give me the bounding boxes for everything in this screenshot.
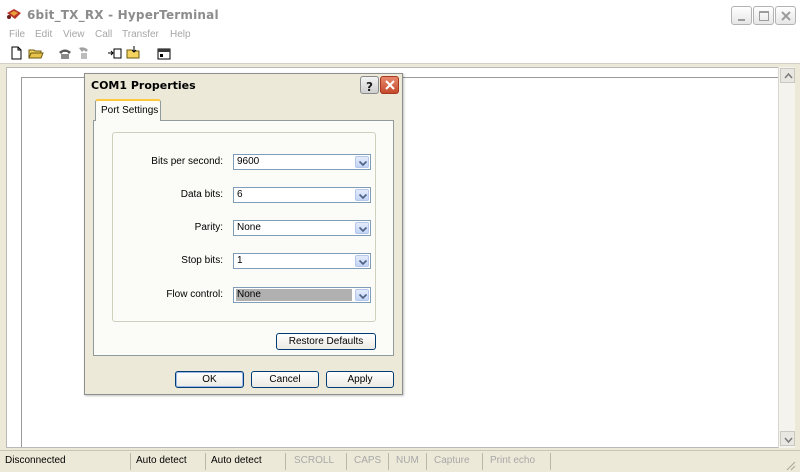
com1-properties-dialog: COM1 Properties ? Port Settings Bits per… [84,73,403,395]
menu-call[interactable]: Call [95,29,112,40]
restore-defaults-button[interactable]: Restore Defaults [276,333,376,350]
status-connection: Disconnected [0,453,131,470]
stop-bits-dropdown[interactable]: 1 [233,253,371,269]
dialog-close-button[interactable] [380,76,399,94]
menu-edit[interactable]: Edit [35,29,52,40]
hyperterminal-app-icon[interactable] [6,7,22,21]
properties-icon[interactable] [156,46,172,60]
status-caps: CAPS [349,453,389,470]
bits-per-second-value: 9600 [237,156,260,167]
receive-icon[interactable] [126,46,142,60]
menu-help[interactable]: Help [170,29,191,40]
data-bits-value: 6 [237,189,243,200]
ok-button[interactable]: OK [175,371,244,388]
bits-per-second-label: Bits per second: [151,156,223,167]
status-print-echo: Print echo [485,453,551,470]
chevron-down-icon[interactable] [355,222,369,234]
scroll-up-button[interactable] [780,68,795,83]
minimize-button[interactable] [731,6,752,25]
parity-label: Parity: [194,222,223,233]
vertical-scrollbar[interactable] [778,67,795,448]
dialog-title-bar[interactable]: COM1 Properties ? [85,74,402,96]
data-bits-dropdown[interactable]: 6 [233,187,371,203]
help-button[interactable]: ? [360,76,379,94]
svg-text:?: ? [366,80,373,94]
flow-control-dropdown[interactable]: None [233,287,371,303]
port-settings-panel: Bits per second: 9600 Data bits: 6 Parit… [93,120,394,356]
parity-value: None [237,222,261,233]
stop-bits-label: Stop bits: [181,255,223,266]
hang-up-icon[interactable] [76,46,92,60]
dialog-title: COM1 Properties [91,79,196,92]
data-bits-label: Data bits: [180,189,223,200]
window-title: 6bit_TX_RX - HyperTerminal [27,8,219,22]
status-bar: Disconnected Auto detect Auto detect SCR… [0,450,800,472]
close-window-button[interactable] [775,6,796,25]
flow-control-label: Flow control: [166,289,223,300]
chevron-down-icon[interactable] [355,189,369,201]
tab-port-settings-label: Port Settings [101,105,159,116]
status-capture: Capture [429,453,483,470]
chevron-down-icon[interactable] [355,255,369,267]
status-port-settings: Auto detect [206,453,286,470]
menu-file[interactable]: File [9,29,25,40]
menu-transfer[interactable]: Transfer [122,29,159,40]
send-icon[interactable] [107,46,123,60]
resize-grip-icon[interactable] [784,459,796,471]
status-num: NUM [391,453,427,470]
parity-dropdown[interactable]: None [233,220,371,236]
maximize-button[interactable] [753,6,774,25]
status-terminal-emulation: Auto detect [131,453,206,470]
flow-control-value: None [236,289,352,301]
port-settings-group: Bits per second: 9600 Data bits: 6 Parit… [112,132,376,322]
status-scroll: SCROLL [289,453,347,470]
menu-bar: File Edit View Call Transfer Help [0,28,800,42]
tab-port-settings[interactable]: Port Settings [95,99,161,121]
call-phone-icon[interactable] [57,46,73,60]
new-file-icon[interactable] [9,46,25,60]
chevron-down-icon[interactable] [355,289,369,301]
cancel-button[interactable]: Cancel [251,371,319,388]
title-bar[interactable]: 6bit_TX_RX - HyperTerminal [0,0,800,28]
bits-per-second-dropdown[interactable]: 9600 [233,154,371,170]
open-folder-icon[interactable] [28,46,44,60]
stop-bits-value: 1 [237,255,243,266]
apply-button[interactable]: Apply [326,371,394,388]
menu-view[interactable]: View [63,29,85,40]
chevron-down-icon[interactable] [355,156,369,168]
toolbar [0,42,800,64]
scroll-down-button[interactable] [780,431,795,446]
